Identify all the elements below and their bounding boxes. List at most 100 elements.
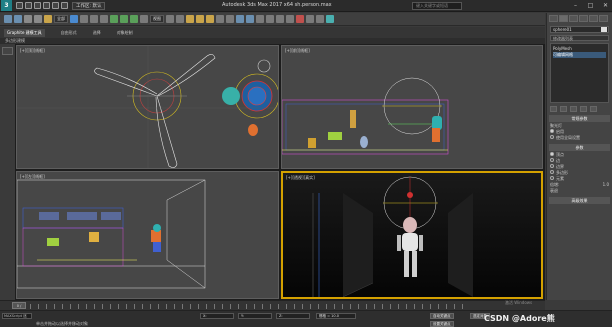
layer-icon[interactable] (256, 15, 264, 23)
open-file-icon[interactable] (25, 2, 32, 9)
curve-editor-icon[interactable] (276, 15, 284, 23)
window-crossing-icon[interactable] (100, 15, 108, 23)
viewport-label[interactable]: [+][透视][真实] (286, 175, 315, 181)
modify-tab-icon[interactable] (559, 15, 568, 22)
radio-edge[interactable] (550, 158, 554, 162)
maxscript-listener[interactable]: MAXScript 迷 (2, 313, 32, 319)
radio-vertex[interactable] (550, 152, 554, 156)
rollout-params-header[interactable]: 参数 (549, 144, 610, 151)
render-icon[interactable] (326, 15, 334, 23)
viewport-front[interactable]: [+][前][线框] (281, 45, 543, 169)
selection-filter-dropdown[interactable]: 全部 (54, 15, 68, 23)
viewport-left[interactable]: [+][左][线框] (16, 171, 279, 299)
shadow-enable-checkbox[interactable] (550, 129, 554, 133)
auto-key-button[interactable]: 自动关键点 (430, 313, 454, 319)
show-end-result-icon[interactable] (560, 106, 567, 112)
utilities-tab-icon[interactable] (599, 15, 608, 22)
prompt-line: 单击并拖动以选择并移动对象 (36, 321, 88, 326)
search-input[interactable]: 键入关键字或短语 (412, 2, 462, 10)
viewport-top[interactable]: [+][顶][线框] (16, 45, 279, 169)
undo-icon[interactable] (43, 2, 50, 9)
render-setup-icon[interactable] (306, 15, 314, 23)
bind-spacewarp-icon[interactable] (44, 15, 52, 23)
radio-border[interactable] (550, 164, 554, 168)
project-icon[interactable] (61, 2, 68, 9)
x-coord-field[interactable]: X: (200, 313, 234, 319)
window-title: Autodesk 3ds Max 2017 x64 sh.person.max (222, 2, 332, 8)
object-color-swatch[interactable] (601, 27, 607, 32)
angle-snap-icon[interactable] (196, 15, 204, 23)
app-logo-icon[interactable]: 3 (1, 0, 12, 11)
unlink-icon[interactable] (34, 15, 42, 23)
rendered-frame-icon[interactable] (316, 15, 324, 23)
rollout-general-body: 聚光灯 启用 使用全局设置 (550, 123, 609, 141)
create-tab-icon[interactable] (549, 15, 558, 22)
tab-graphite[interactable]: Graphite 建模工具 (4, 28, 45, 37)
workspace-dropdown[interactable]: 工作区: 默认 (72, 1, 106, 10)
pivot-icon[interactable] (166, 15, 174, 23)
move-icon[interactable] (110, 15, 118, 23)
radio-polygon[interactable] (550, 170, 554, 174)
stack-item[interactable]: 可编辑网格 (553, 52, 606, 58)
layout-tab-button[interactable] (2, 47, 13, 55)
close-button[interactable]: ✕ (601, 1, 610, 10)
viewport-perspective[interactable]: [+][透视][真实] (281, 171, 543, 299)
select-object-icon[interactable] (70, 15, 78, 23)
graphite-toggle-icon[interactable] (266, 15, 274, 23)
remove-modifier-icon[interactable] (580, 106, 587, 112)
pin-stack-icon[interactable] (550, 106, 557, 112)
radio-element[interactable] (550, 176, 554, 180)
set-key-button[interactable]: 设置关键点 (430, 321, 454, 327)
multiplier-value[interactable]: 1.0 (603, 182, 609, 188)
select-by-name-icon[interactable] (80, 15, 88, 23)
mirror-icon[interactable] (236, 15, 244, 23)
undo-icon[interactable] (4, 15, 12, 23)
redo-icon[interactable] (14, 15, 22, 23)
redo-icon[interactable] (52, 2, 59, 9)
configure-sets-icon[interactable] (590, 106, 597, 112)
tab-freeform[interactable]: 自由形式 (61, 30, 77, 36)
place-icon[interactable] (140, 15, 148, 23)
time-slider[interactable]: 0 / 100 (0, 300, 545, 314)
motion-tab-icon[interactable] (579, 15, 588, 22)
modifier-list-dropdown[interactable]: 修改器列表 (550, 35, 609, 41)
viewport-label[interactable]: [+][前][线框] (285, 48, 310, 54)
scale-icon[interactable] (130, 15, 138, 23)
maximize-button[interactable]: □ (586, 1, 595, 10)
reference-coord-dropdown[interactable]: 视图 (150, 15, 164, 23)
make-unique-icon[interactable] (570, 106, 577, 112)
tab-selection[interactable]: 选择 (93, 30, 101, 36)
manipulate-icon[interactable] (176, 15, 184, 23)
y-coord-field[interactable]: Y: (238, 313, 272, 319)
perspective-scene (283, 173, 541, 297)
use-global-checkbox[interactable] (550, 135, 554, 139)
schematic-view-icon[interactable] (286, 15, 294, 23)
rotate-icon[interactable] (120, 15, 128, 23)
minimize-button[interactable]: – (571, 1, 580, 10)
viewport-label[interactable]: [+][顶][线框] (20, 48, 45, 54)
link-icon[interactable] (24, 15, 32, 23)
rect-select-icon[interactable] (90, 15, 98, 23)
tab-object-paint[interactable]: 对象绘制 (117, 30, 133, 36)
time-slider-thumb[interactable]: 0 / 100 (12, 302, 26, 314)
material-editor-icon[interactable] (296, 15, 304, 23)
percent-snap-icon[interactable] (206, 15, 214, 23)
window-controls: – □ ✕ (571, 1, 610, 10)
named-selection-icon[interactable] (226, 15, 234, 23)
radio-label: 元素 (556, 176, 564, 181)
rollout-general-header[interactable]: 常规参数 (549, 115, 610, 122)
rollout-advanced-header[interactable]: 高级效果 (549, 197, 610, 204)
display-tab-icon[interactable] (589, 15, 598, 22)
save-file-icon[interactable] (34, 2, 41, 9)
viewport-label[interactable]: [+][左][线框] (20, 174, 45, 180)
ribbon: Graphite 建模工具 自由形式 选择 对象绘制 (0, 27, 545, 38)
quick-access-toolbar (16, 2, 68, 9)
spinner-snap-icon[interactable] (216, 15, 224, 23)
stack-toolbar (550, 106, 609, 112)
snap-icon[interactable] (186, 15, 194, 23)
new-file-icon[interactable] (16, 2, 23, 9)
align-icon[interactable] (246, 15, 254, 23)
z-coord-field[interactable]: Z: (276, 313, 310, 319)
hierarchy-tab-icon[interactable] (569, 15, 578, 22)
object-name-field[interactable]: sphere01 (550, 26, 609, 33)
